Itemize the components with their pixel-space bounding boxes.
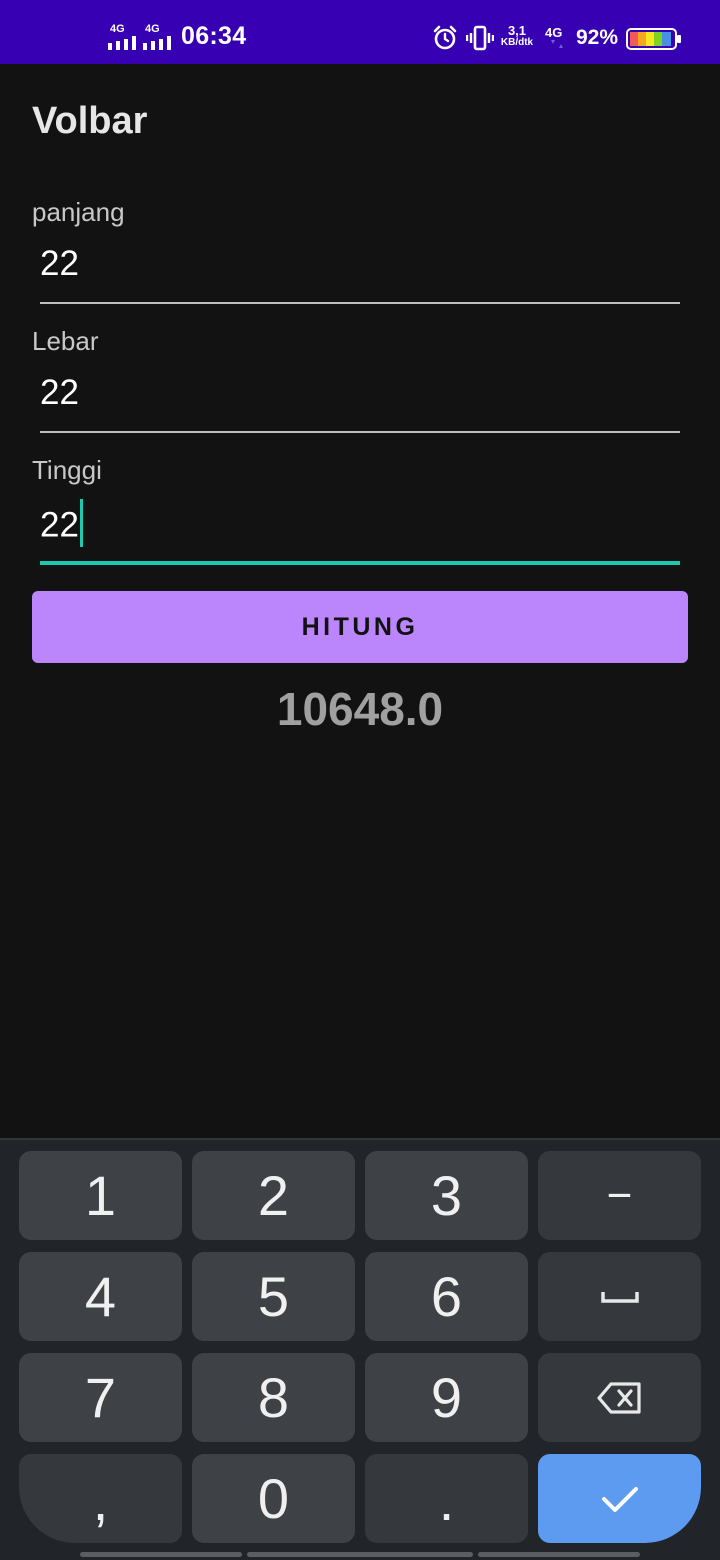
- speed-unit: KB/dtk: [500, 37, 534, 48]
- space-icon: [600, 1291, 639, 1303]
- input-underline-focused: [40, 561, 680, 565]
- nav-indicator: [247, 1552, 473, 1557]
- lebar-label: Lebar: [32, 326, 99, 356]
- key-3[interactable]: 3: [365, 1151, 528, 1240]
- panjang-label: panjang: [32, 197, 125, 227]
- result-text: 10648.0: [276, 683, 444, 735]
- signal-icon: [108, 36, 136, 50]
- tinggi-label: Tinggi: [32, 455, 102, 485]
- battery-percent: 92%: [576, 26, 619, 49]
- key-2[interactable]: 2: [192, 1151, 355, 1240]
- key-1[interactable]: 1: [19, 1151, 182, 1240]
- key-comma[interactable]: ,: [19, 1454, 182, 1543]
- sim2-network-label: 4G: [145, 23, 160, 35]
- panjang-value: 22: [40, 244, 79, 283]
- input-underline: [40, 302, 680, 304]
- key-minus[interactable]: −: [538, 1151, 701, 1240]
- lebar-value: 22: [40, 373, 79, 412]
- tinggi-input[interactable]: 22: [40, 493, 680, 565]
- key-5[interactable]: 5: [192, 1252, 355, 1341]
- clock: 06:34: [181, 22, 247, 50]
- key-period[interactable]: .: [365, 1454, 528, 1543]
- input-underline: [40, 431, 680, 433]
- speed-value: 3,1: [507, 23, 527, 38]
- signal-icon: [143, 36, 171, 50]
- data-network-label: 4G: [545, 25, 563, 40]
- key-7[interactable]: 7: [19, 1353, 182, 1442]
- alarm-icon: [433, 25, 457, 50]
- vibrate-icon: [466, 25, 494, 51]
- checkmark-icon: [601, 1486, 638, 1512]
- nav-indicator: [478, 1552, 640, 1557]
- data-activity-icon: [551, 40, 563, 48]
- numeric-keyboard: 1 2 3 − 4 5 6 7 8 9 , 0 .: [0, 1138, 720, 1560]
- key-8[interactable]: 8: [192, 1353, 355, 1442]
- backspace-icon: [596, 1381, 641, 1414]
- key-backspace[interactable]: [538, 1353, 701, 1442]
- key-4[interactable]: 4: [19, 1252, 182, 1341]
- key-6[interactable]: 6: [365, 1252, 528, 1341]
- tinggi-value: 22: [40, 505, 79, 545]
- panjang-input[interactable]: 22: [40, 234, 680, 304]
- sim1-network-label: 4G: [110, 23, 125, 35]
- tinggi-value-wrap: 22: [40, 499, 83, 551]
- nav-indicator: [80, 1552, 242, 1557]
- app-title: Volbar: [32, 100, 148, 142]
- hitung-button[interactable]: HITUNG: [32, 591, 688, 663]
- text-cursor: [79, 499, 83, 547]
- network-speed: 3,1 KB/dtk: [495, 24, 539, 48]
- lebar-input[interactable]: 22: [40, 363, 680, 433]
- battery-icon: [626, 28, 681, 50]
- key-0[interactable]: 0: [192, 1454, 355, 1543]
- key-space[interactable]: [538, 1252, 701, 1341]
- key-9[interactable]: 9: [365, 1353, 528, 1442]
- key-done[interactable]: [538, 1454, 701, 1543]
- status-bar: 4G 4G 06:34 3,1 KB/dtk 4G 92%: [0, 0, 720, 64]
